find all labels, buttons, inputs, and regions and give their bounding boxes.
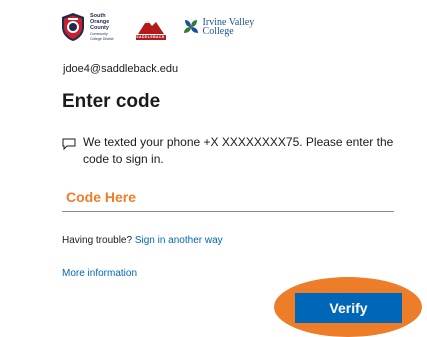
- socccd-line: County: [90, 25, 109, 31]
- socccd-subline: Community: [90, 32, 108, 36]
- verify-button[interactable]: Verify: [295, 293, 402, 323]
- sign-in-another-way-link[interactable]: Sign in another way: [135, 235, 223, 246]
- code-input[interactable]: [62, 182, 394, 212]
- page-title: Enter code: [62, 91, 161, 112]
- sms-message: We texted your phone +X XXXXXXXX75. Plea…: [83, 135, 394, 166]
- ivc-wordmark: Irvine Valley College: [202, 18, 255, 37]
- trouble-text: Having trouble?: [62, 235, 135, 246]
- socccd-shield-icon: [62, 13, 84, 41]
- account-email: jdoe4@saddleback.edu: [63, 63, 179, 75]
- socccd-wordmark: South Orange County Community College Di…: [90, 13, 114, 41]
- socccd-subline: College District: [90, 37, 114, 41]
- more-information-link[interactable]: More information: [62, 268, 137, 279]
- saddleback-band: SADDLEBACK: [135, 35, 166, 40]
- ivc-leaf-icon: [183, 20, 198, 33]
- mountain-icon: [135, 13, 166, 35]
- chat-bubble-icon: [62, 138, 76, 150]
- trouble-row: Having trouble? Sign in another way: [62, 235, 223, 246]
- ivc-line: College: [202, 26, 234, 37]
- socccd-logo: South Orange County Community College Di…: [60, 12, 114, 42]
- logo-row: South Orange County Community College Di…: [60, 10, 254, 44]
- ivc-logo: Irvine Valley College: [182, 18, 255, 37]
- saddleback-logo: SADDLEBACK: [135, 13, 166, 41]
